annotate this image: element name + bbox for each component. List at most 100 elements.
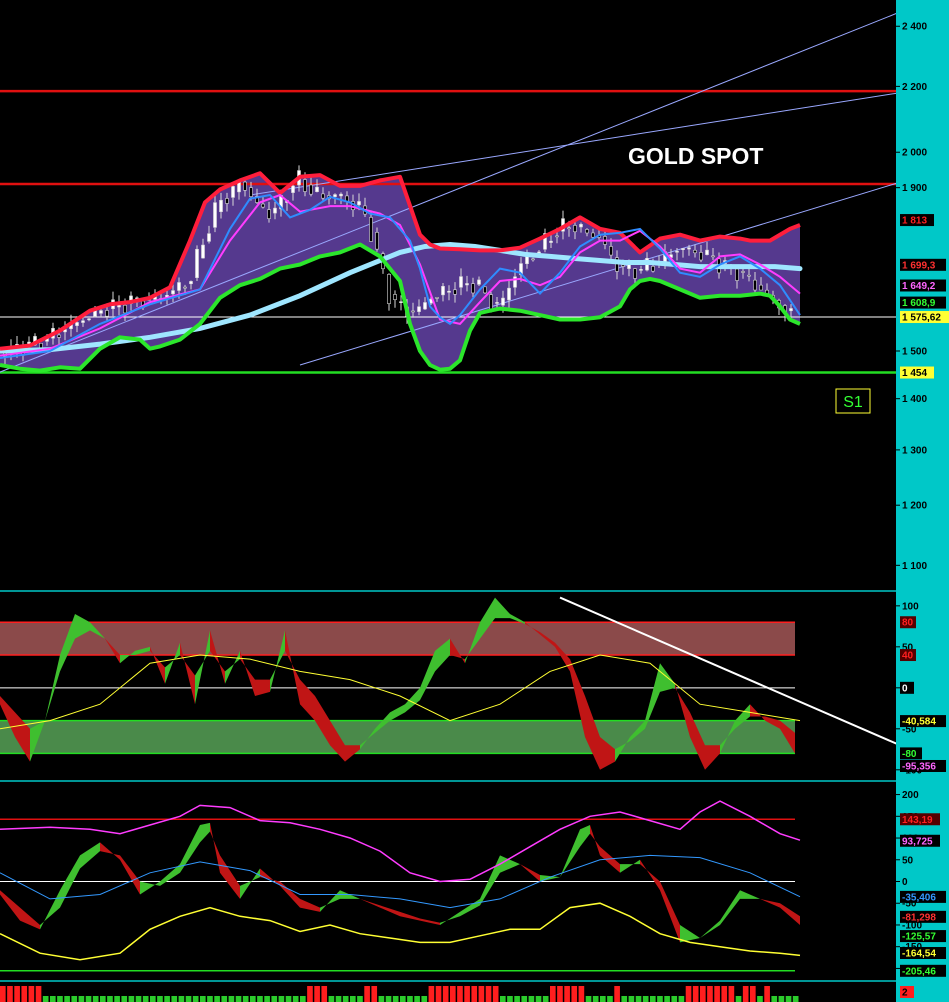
candle (585, 229, 589, 234)
signal-bar (121, 996, 128, 1002)
signal-bar (292, 996, 299, 1002)
signal-bar (214, 996, 220, 1002)
signal-bar (92, 996, 99, 1002)
signal-bar (185, 996, 192, 1002)
signal-bar (607, 996, 613, 1002)
candle (531, 258, 535, 261)
signal-bar (557, 986, 563, 1002)
signal-bar (578, 986, 585, 1002)
s1-badge-label: S1 (843, 394, 863, 411)
signal-bar (114, 996, 120, 1002)
oscillator2-tag: 93,725 (902, 836, 933, 847)
signal-bar (585, 996, 592, 1002)
signal-bar (685, 986, 692, 1002)
candle (687, 247, 691, 250)
candle (489, 294, 493, 310)
oscillator-ribbon-segment (220, 855, 240, 899)
signal-bar (435, 986, 442, 1002)
candle (423, 302, 427, 310)
oscillator-ribbon-segment (780, 903, 800, 925)
oscillator2-axis-label: 200 (902, 790, 919, 801)
signal-bar (392, 996, 399, 1002)
candle (123, 304, 127, 314)
candle (579, 224, 583, 228)
candle (81, 320, 85, 323)
signal-bar (692, 986, 699, 1002)
candle (447, 290, 451, 293)
candle (573, 225, 577, 233)
signal-bar (100, 996, 106, 1002)
oscillator-tag: -80 (902, 749, 917, 760)
signal-bar (307, 986, 313, 1002)
signal-bar (500, 996, 506, 1002)
signal-bar (735, 996, 742, 1002)
signal-bar (721, 986, 728, 1002)
oscillator-ribbon-segment (320, 890, 340, 912)
signal-bar (714, 986, 720, 1002)
signal-bar (678, 996, 685, 1002)
candle (321, 193, 325, 199)
oscillator-ribbon-segment (590, 824, 600, 856)
candle (99, 310, 103, 314)
yellow-signal-line (0, 654, 801, 730)
signal-bar (228, 996, 235, 1002)
candle (753, 279, 757, 291)
price-panel (0, 13, 896, 374)
signal-bar (128, 996, 135, 1002)
signal-bar (471, 986, 478, 1002)
oscillator-ribbon-segment (0, 890, 20, 921)
signal-bar (600, 996, 606, 1002)
candle (231, 186, 235, 198)
candle (267, 209, 271, 219)
signal-bar (321, 986, 328, 1002)
magenta-line (0, 800, 801, 883)
signal-bar (621, 996, 628, 1002)
oscillator-axis-label: 100 (902, 601, 919, 612)
oscillator-ribbon-segment (240, 868, 260, 899)
oscillator-ribbon-segment (40, 890, 60, 930)
candle (633, 268, 637, 279)
candle (639, 269, 643, 271)
candle (699, 252, 703, 261)
oscillator-ribbon-segment (720, 890, 740, 925)
signal-bar (364, 986, 370, 1002)
candle (501, 297, 505, 306)
signal-bar (535, 996, 542, 1002)
signal-bar (300, 996, 306, 1002)
oscillator-ribbon-segment (390, 704, 405, 721)
signal-bar (371, 986, 378, 1002)
candle (201, 244, 205, 259)
candle (495, 302, 499, 304)
oscillator-ribbon-segment (740, 890, 760, 899)
signal-bar (792, 996, 799, 1002)
signal-bar (385, 996, 392, 1002)
candle (441, 286, 445, 296)
oscillator-tag: -95,356 (902, 761, 936, 772)
oscillator-tag: 40 (902, 651, 914, 662)
signal-bar (142, 996, 149, 1002)
oscillator2-tag: -164,54 (902, 949, 936, 960)
oscillator-ribbon-segment (80, 842, 100, 869)
signal-bar (250, 996, 256, 1002)
signal-bar (442, 986, 449, 1002)
signal-bar (328, 996, 335, 1002)
candle (693, 249, 697, 254)
signal-bar (357, 996, 363, 1002)
signal-bar (257, 996, 263, 1002)
price-tag: 1 699,3 (902, 260, 936, 271)
price-tag: 1 575,62 (902, 313, 941, 324)
signal-bar (421, 996, 428, 1002)
s1-badge[interactable]: S1 (835, 388, 871, 414)
oscillator-ribbon-segment (100, 842, 120, 860)
signal-bar (107, 996, 113, 1002)
candle (465, 283, 469, 286)
signal-bar (242, 996, 249, 1002)
candle (477, 279, 481, 285)
signal-bar (771, 996, 778, 1002)
signal-bar (178, 996, 185, 1002)
signal-bar (628, 996, 635, 1002)
candle (333, 194, 337, 197)
signal-bar (671, 996, 678, 1002)
signal-bar (285, 996, 292, 1002)
signal-bar (657, 996, 663, 1002)
